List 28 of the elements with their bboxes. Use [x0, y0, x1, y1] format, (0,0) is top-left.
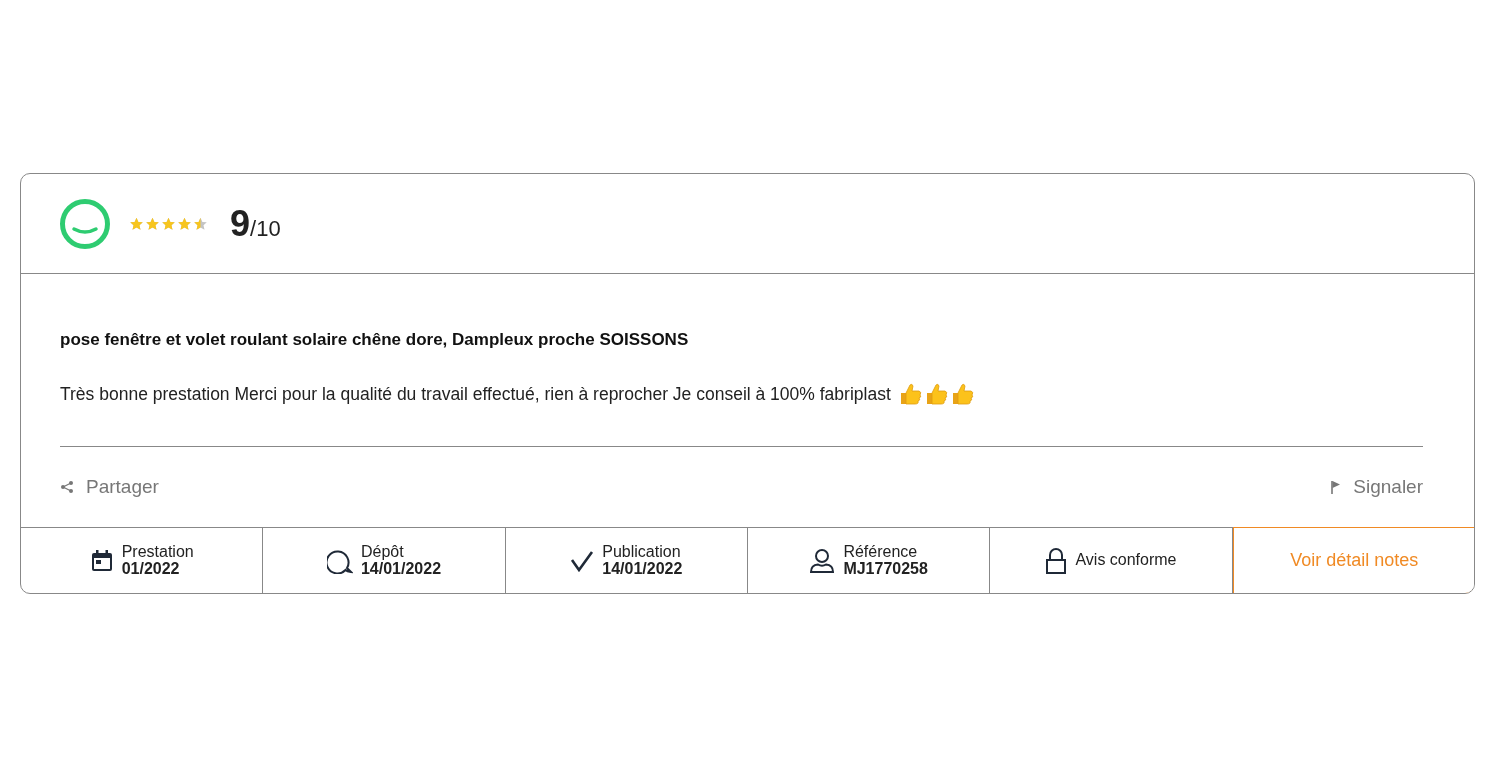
info-label: Publication [602, 543, 682, 561]
share-link[interactable]: Partager [60, 476, 159, 498]
share-icon [60, 480, 74, 494]
checkmark-icon [570, 549, 595, 572]
details-button[interactable]: Voir détail notes [1232, 527, 1474, 593]
info-label: Référence [843, 543, 919, 561]
review-text: Très bonne prestation Merci pour la qualité du travail effectué, rien à reprocher Je conseil à 100% fabriplast [60, 383, 891, 405]
info-value: 01/2022 [121, 560, 181, 578]
chat-bubble-icon [326, 547, 353, 574]
report-link[interactable]: Signaler [1331, 476, 1423, 498]
padlock-icon [1045, 547, 1068, 574]
info-label: Dépôt [360, 543, 405, 561]
star-icon [129, 216, 144, 231]
score-scale: /10 [250, 215, 281, 242]
review-title: pose fenêtre et volet roulant solaire chêne dore, Dampleux proche SOISSONS [60, 330, 690, 350]
star-icon [161, 216, 176, 231]
score-value: 9 [230, 202, 251, 245]
info-label: Prestation [121, 543, 194, 561]
info-value: MJ1770258 [843, 560, 928, 578]
star-icon [145, 216, 160, 231]
info-value: 14/01/2022 [360, 560, 442, 578]
calendar-icon [89, 548, 114, 573]
person-icon [809, 547, 836, 574]
flag-icon [1331, 479, 1342, 495]
star-icon [177, 216, 192, 231]
info-value: 14/01/2022 [602, 560, 683, 578]
smiley-icon [59, 197, 111, 250]
info-label: Avis conforme [1075, 552, 1177, 569]
